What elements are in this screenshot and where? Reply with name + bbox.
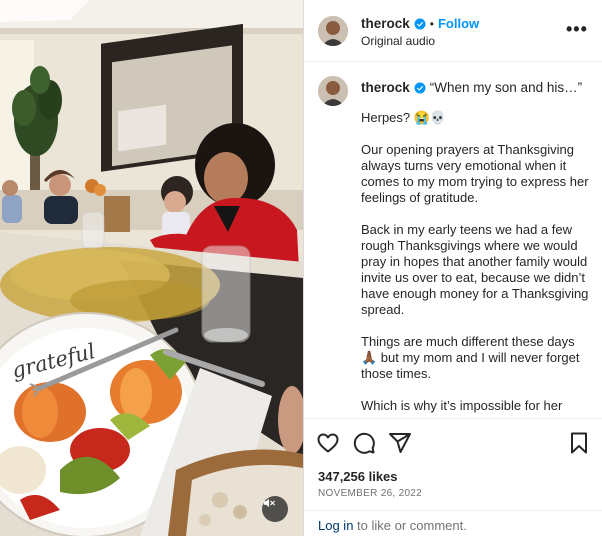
video-player[interactable]: grateful: [0, 0, 303, 536]
separator-dot: •: [429, 16, 434, 31]
header-user-row: therock • Follow: [361, 16, 479, 31]
caption-text: Herpes? 😭💀 Our opening prayers at Thanks…: [361, 110, 593, 418]
avatar[interactable]: [318, 16, 348, 46]
post-panel: therock • Follow Original audio ••• ther…: [303, 0, 602, 536]
action-bar: 347,256 likes NOVEMBER 26, 2022 Log in t…: [304, 418, 602, 536]
caption-username-link[interactable]: therock: [361, 80, 410, 95]
caption-paragraph: Herpes? 😭💀: [361, 110, 447, 125]
caption-paragraph: Things are much different these days 🙏🏾 …: [361, 334, 580, 381]
share-icon[interactable]: [388, 431, 412, 455]
post-header: therock • Follow Original audio •••: [304, 0, 602, 62]
verified-badge-icon: [414, 82, 426, 93]
mute-icon: [263, 498, 275, 508]
follow-button[interactable]: Follow: [438, 16, 479, 31]
login-prompt-text: to like or comment.: [353, 518, 467, 533]
audio-link[interactable]: Original audio: [361, 34, 435, 48]
bookmark-icon[interactable]: [567, 431, 591, 455]
username-link[interactable]: therock: [361, 16, 410, 31]
video-frame: grateful: [0, 0, 303, 536]
caption-paragraph: Back in my early teens we had a few roug…: [361, 222, 589, 317]
caption-header: therock “When my son and his…”: [361, 80, 582, 95]
more-options-icon[interactable]: •••: [566, 20, 588, 38]
heart-icon[interactable]: [316, 431, 340, 455]
post-date: NOVEMBER 26, 2022: [318, 488, 423, 499]
caption-paragraph: Our opening prayers at Thanksgiving alwa…: [361, 142, 589, 205]
caption-area: therock “When my son and his…” Herpes? 😭…: [304, 62, 602, 418]
like-count[interactable]: 347,256 likes: [318, 469, 398, 484]
verified-badge-icon: [414, 18, 426, 29]
mute-button[interactable]: [262, 496, 288, 522]
login-prompt: Log in to like or comment.: [304, 510, 602, 536]
caption-avatar[interactable]: [318, 76, 348, 106]
login-link[interactable]: Log in: [318, 518, 353, 533]
caption-title: “When my son and his…”: [429, 80, 583, 95]
comment-icon[interactable]: [352, 431, 376, 455]
caption-paragraph: Which is why it’s impossible for her: [361, 398, 563, 413]
